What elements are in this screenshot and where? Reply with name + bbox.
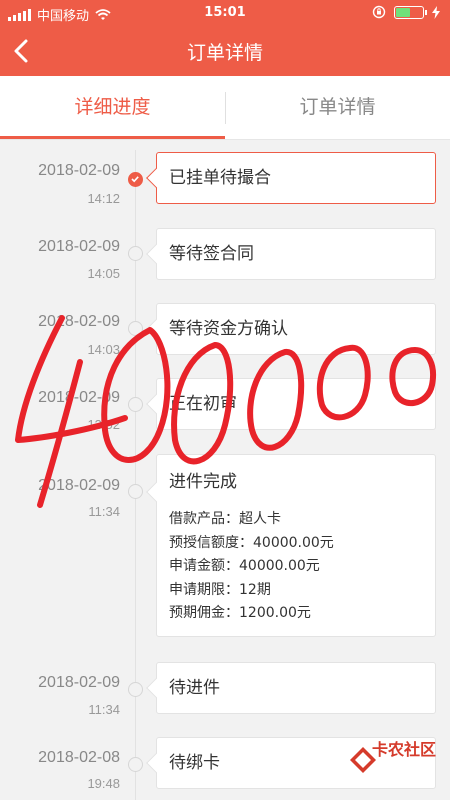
- charging-icon: [432, 5, 440, 19]
- timeline-time: 11:34: [88, 504, 120, 519]
- timeline-time: 14:12: [87, 191, 120, 206]
- clock-icon: [128, 246, 143, 261]
- timeline-card: 等待签合同: [146, 228, 436, 280]
- timeline-title: 待进件: [169, 678, 220, 698]
- timeline-date: 2018-02-08: [38, 749, 120, 766]
- detail-commission: 预期佣金：1200.00元: [169, 605, 311, 621]
- timeline-time: 11:34: [88, 702, 120, 717]
- timeline-card: 待进件: [146, 662, 436, 714]
- timeline-title: 正在初审: [169, 394, 237, 414]
- check-circle-icon: [128, 172, 143, 187]
- clock-icon: [128, 321, 143, 336]
- timeline-time: 14:03: [87, 342, 120, 357]
- timeline-date: 2018-02-09: [38, 313, 120, 330]
- timeline-card: 已挂单待撮合: [146, 152, 436, 204]
- timeline-date: 2018-02-09: [38, 238, 120, 255]
- timeline-title: 进件完成: [169, 472, 237, 492]
- rotation-lock-icon: [372, 5, 386, 19]
- timeline-card: 正在初审: [146, 378, 436, 430]
- timeline-title: 等待资金方确认: [169, 319, 288, 339]
- timeline-time: 13:52: [87, 417, 120, 432]
- timeline-card: 进件完成 借款产品：超人卡 预授信额度：40000.00元 申请金额：40000…: [146, 454, 436, 637]
- timeline-date: 2018-02-09: [38, 389, 120, 406]
- timeline-date: 2018-02-09: [38, 674, 120, 691]
- tab-progress[interactable]: 详细进度: [0, 76, 225, 140]
- clock-icon: [128, 682, 143, 697]
- page-title: 订单详情: [186, 42, 263, 64]
- status-bar: 中国移动 15:01: [0, 0, 450, 26]
- order-details: 借款产品：超人卡 预授信额度：40000.00元 申请金额：40000.00元 …: [169, 508, 435, 626]
- detail-apply-amount: 申请金额：40000.00元: [169, 558, 320, 574]
- tab-separator: [225, 92, 226, 124]
- timeline-title: 已挂单待撮合: [169, 168, 271, 188]
- detail-term: 申请期限：12期: [169, 581, 271, 598]
- timeline-card: 等待资金方确认: [146, 303, 436, 355]
- timeline-time: 14:05: [87, 266, 120, 281]
- timeline-title: 待绑卡: [169, 753, 220, 773]
- clock-icon: [128, 484, 143, 499]
- clock-icon: [128, 397, 143, 412]
- timeline-date: 2018-02-09: [38, 162, 120, 179]
- detail-product: 借款产品：超人卡: [169, 511, 281, 527]
- detail-credit-limit: 预授信额度：40000.00元: [169, 534, 334, 551]
- timeline-title: 等待签合同: [169, 244, 254, 264]
- timeline-time: 19:48: [87, 776, 120, 791]
- tab-bar-border: [0, 139, 450, 140]
- battery-icon: [394, 5, 427, 19]
- timeline-date: 2018-02-09: [38, 477, 120, 494]
- nav-bar: 订单详情: [0, 26, 450, 76]
- clock-icon: [128, 757, 143, 772]
- watermark-text: 卡农社区: [372, 740, 437, 759]
- tab-order-details[interactable]: 订单详情: [225, 76, 450, 140]
